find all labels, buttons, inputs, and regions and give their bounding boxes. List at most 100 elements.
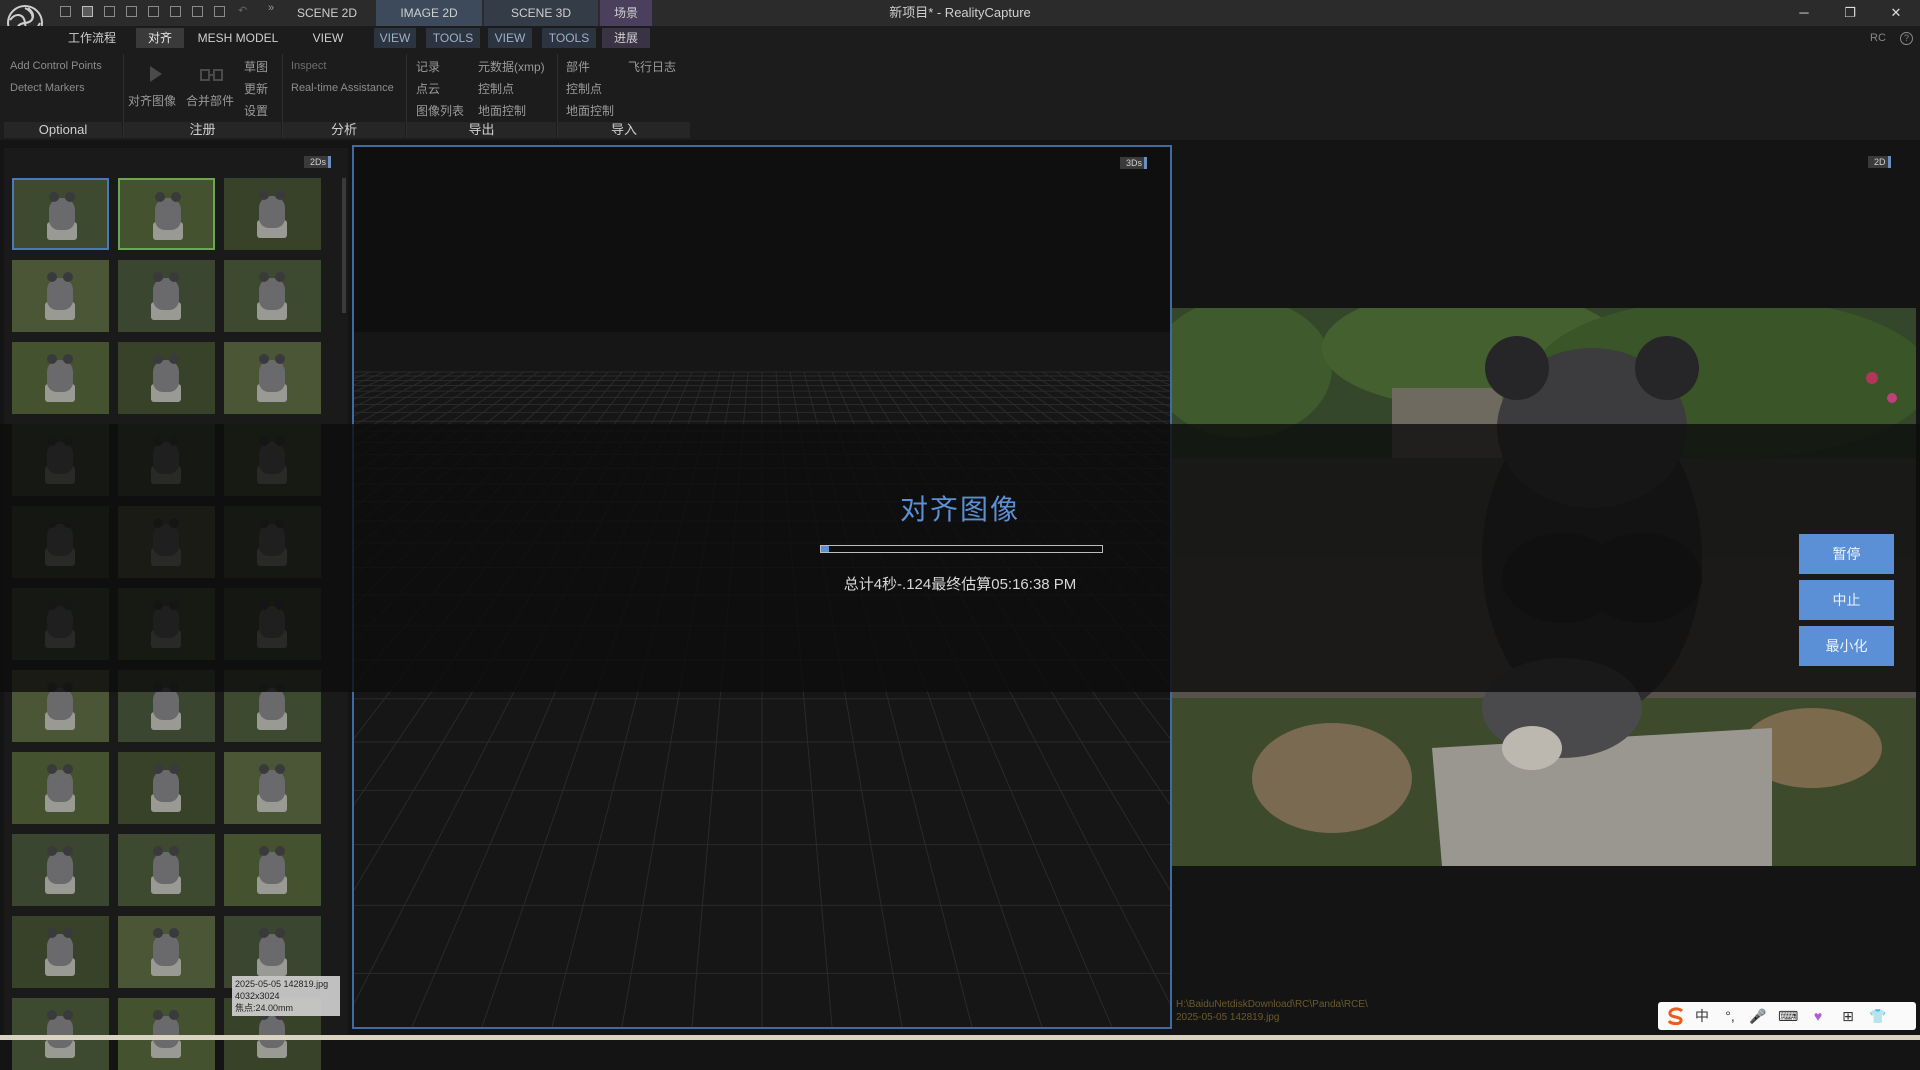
image-thumbnail[interactable] (118, 752, 215, 824)
update-button[interactable]: 更新 (244, 80, 268, 97)
microphone-icon[interactable]: 🎤 (1748, 1006, 1768, 1026)
progress-overlay (0, 424, 1920, 692)
image-thumbnail[interactable] (118, 342, 215, 414)
tab-image2d-view[interactable]: VIEW (374, 28, 416, 48)
image-thumbnail[interactable] (118, 998, 215, 1070)
merge-components-button[interactable]: 合并部件 (186, 92, 234, 109)
image-thumbnail[interactable] (224, 260, 321, 332)
tab-progress[interactable]: 进展 (602, 28, 650, 48)
image-thumbnail[interactable] (224, 178, 321, 250)
export-ground-control-button[interactable]: 地面控制 (478, 102, 526, 119)
export-metadata-button[interactable]: 元数据(xmp) (478, 58, 545, 75)
export-point-cloud-button[interactable]: 点云 (416, 80, 440, 97)
inspect-button[interactable]: Inspect (291, 60, 326, 72)
group-label-optional: Optional (4, 122, 122, 138)
rc-label: RC (1870, 32, 1886, 44)
progress-bar (820, 545, 1103, 553)
title-bar: ↶ » SCENE 2D IMAGE 2D SCENE 3D 场景 新项目* -… (0, 0, 1920, 41)
align-images-button[interactable]: 对齐图像 (128, 92, 176, 109)
detect-markers-button[interactable]: Detect Markers (10, 82, 85, 94)
tab-scene3d-view[interactable]: VIEW (488, 28, 532, 48)
punctuation-icon[interactable]: °, (1720, 1006, 1740, 1026)
toolbox-icon[interactable]: ⊞ (1838, 1006, 1858, 1026)
layout-8-icon[interactable] (214, 6, 225, 17)
ribbon-tabs: 工作流程 对齐 MESH MODEL VIEW VIEW TOOLS VIEW … (0, 26, 1920, 50)
pause-button[interactable]: 暂停 (1799, 534, 1894, 574)
tab-alignment[interactable]: 对齐 (136, 28, 184, 48)
progress-title: 对齐图像 (899, 494, 1020, 525)
image-thumbnail[interactable] (12, 834, 109, 906)
import-ground-control-button[interactable]: 地面控制 (566, 102, 614, 119)
tooltip-focal-length: 焦点:24.00mm (235, 1003, 294, 1013)
tab-view[interactable]: VIEW (300, 28, 356, 48)
image-thumbnail[interactable] (12, 916, 109, 988)
image-thumbnail[interactable] (12, 260, 109, 332)
minimize-progress-button[interactable]: 最小化 (1799, 626, 1894, 666)
layout-3-icon[interactable] (104, 6, 115, 17)
view-type-badge[interactable]: 3Ds (1120, 157, 1148, 169)
scrollbar[interactable] (342, 178, 346, 313)
image-thumbnail[interactable] (224, 834, 321, 906)
quick-access-more-icon[interactable]: » (268, 2, 274, 14)
layout-2-icon[interactable] (82, 6, 93, 17)
image-thumbnail[interactable] (118, 178, 215, 250)
image-tooltip: 2025-05-05 142819.jpg 4032x3024 焦点:24.00… (232, 976, 340, 1016)
group-label-analysis: 分析 (283, 122, 405, 138)
minimize-button[interactable]: ─ (1781, 0, 1827, 26)
undo-icon[interactable]: ↶ (238, 4, 247, 17)
image-path-file: 2025-05-05 142819.jpg (1176, 1012, 1280, 1023)
ime-toolbar: 中 °, 🎤 ⌨ ♥ ⊞ 👕 (1658, 1002, 1916, 1030)
ribbon-toolbar: Add Control Points Detect Markers Option… (0, 50, 1920, 140)
layout-6-icon[interactable] (170, 6, 181, 17)
group-label-registration: 注册 (124, 122, 281, 138)
merge-components-icon (200, 69, 223, 81)
image-thumbnail[interactable] (12, 342, 109, 414)
image-thumbnail[interactable] (118, 916, 215, 988)
shirt-icon[interactable]: 👕 (1868, 1006, 1888, 1026)
tab-scene3d-tools[interactable]: TOOLS (542, 28, 596, 48)
layout-4-icon[interactable] (126, 6, 137, 17)
view-type-badge[interactable]: 2Ds (304, 156, 332, 168)
export-image-list-button[interactable]: 图像列表 (416, 102, 464, 119)
realtime-assistance-button[interactable]: Real-time Assistance (291, 82, 394, 94)
layout-5-icon[interactable] (148, 6, 159, 17)
image-thumbnail[interactable] (224, 752, 321, 824)
help-icon[interactable]: ? (1900, 32, 1913, 45)
taskbar-edge (0, 1035, 1920, 1040)
import-component-button[interactable]: 部件 (566, 58, 590, 75)
tooltip-filename: 2025-05-05 142819.jpg (235, 979, 329, 989)
image-thumbnail[interactable] (12, 752, 109, 824)
export-report-button[interactable]: 记录 (416, 58, 440, 75)
draft-button[interactable]: 草图 (244, 58, 268, 75)
tab-scene-2d[interactable]: SCENE 2D (282, 0, 372, 26)
ime-language-toggle[interactable]: 中 (1692, 1006, 1712, 1026)
tab-scene[interactable]: 场景 (600, 0, 652, 26)
layout-1-icon[interactable] (60, 6, 71, 17)
tab-image2d-tools[interactable]: TOOLS (426, 28, 480, 48)
settings-button[interactable]: 设置 (244, 102, 268, 119)
tab-image-2d[interactable]: IMAGE 2D (376, 0, 482, 26)
view-type-badge[interactable]: 2D (1868, 156, 1891, 168)
sogou-logo-icon[interactable] (1666, 1007, 1686, 1025)
image-thumbnail[interactable] (12, 998, 109, 1070)
keyboard-icon[interactable]: ⌨ (1778, 1006, 1798, 1026)
import-control-points-button[interactable]: 控制点 (566, 80, 602, 97)
add-control-points-button[interactable]: Add Control Points (10, 60, 102, 72)
play-icon (150, 66, 162, 82)
image-thumbnail[interactable] (118, 834, 215, 906)
close-button[interactable]: ✕ (1873, 0, 1919, 26)
tab-workflow[interactable]: 工作流程 (60, 28, 124, 48)
tab-scene-3d[interactable]: SCENE 3D (484, 0, 598, 26)
import-flight-log-button[interactable]: 飞行日志 (628, 58, 676, 75)
group-label-export: 导出 (407, 122, 556, 138)
image-thumbnail[interactable] (12, 178, 109, 250)
skin-icon[interactable]: ♥ (1808, 1006, 1828, 1026)
image-thumbnail[interactable] (118, 260, 215, 332)
layout-7-icon[interactable] (192, 6, 203, 17)
abort-button[interactable]: 中止 (1799, 580, 1894, 620)
image-path-dir: H:\BaiduNetdiskDownload\RC\Panda\RCE\ (1176, 999, 1368, 1010)
export-control-points-button[interactable]: 控制点 (478, 80, 514, 97)
restore-button[interactable]: ❐ (1827, 0, 1873, 26)
image-thumbnail[interactable] (224, 342, 321, 414)
tab-mesh-model[interactable]: MESH MODEL (196, 28, 280, 48)
